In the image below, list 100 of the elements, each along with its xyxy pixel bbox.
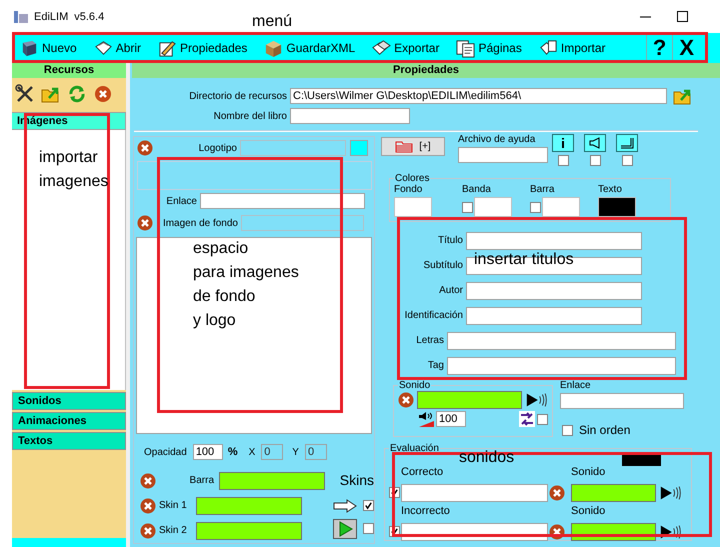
annotation-text: insertar titulos (474, 250, 574, 270)
remove-icon[interactable] (140, 472, 156, 488)
field-label: Skin 1 (159, 500, 188, 511)
speaker-button[interactable] (584, 134, 606, 152)
toolbar-button[interactable]: Importar (536, 38, 608, 58)
refresh-icon[interactable] (67, 84, 87, 104)
input-field[interactable] (240, 140, 346, 156)
field-label: Opacidad (144, 446, 188, 458)
checkbox-label: Sin orden (579, 423, 630, 437)
toolbar-button[interactable]: GuardarXML (262, 38, 358, 58)
remove-icon[interactable] (137, 140, 153, 156)
resource-field[interactable] (196, 522, 302, 540)
checkbox[interactable] (622, 155, 632, 166)
field-label: Sonido (571, 505, 606, 519)
sound-field[interactable] (417, 391, 522, 409)
field-label: X (248, 446, 256, 458)
color-swatch[interactable] (542, 197, 580, 217)
field-label: Autor (438, 285, 464, 296)
color-swatch[interactable] (598, 197, 636, 217)
opacity-field[interactable]: 100 (192, 444, 223, 460)
input-field[interactable] (466, 306, 642, 324)
close-button[interactable]: X (672, 35, 700, 61)
document-icon (538, 38, 558, 58)
field-label: Enlace (165, 196, 198, 206)
color-label: Banda (462, 184, 492, 197)
field-label: Nombre del libro (212, 110, 288, 122)
remove-icon[interactable] (137, 215, 153, 231)
checkbox[interactable] (558, 155, 568, 166)
volume-field[interactable]: 100 (436, 411, 466, 427)
field-label: Skin 2 (159, 525, 188, 536)
box-icon (264, 38, 284, 58)
feedback-field[interactable] (401, 484, 548, 502)
color-swatch[interactable] (350, 140, 368, 156)
directory-field[interactable]: C:\Users\Wilmer G\Desktop\EDILIM\edilim564\ (290, 88, 667, 104)
sidebar-tab[interactable]: Sonidos (12, 392, 126, 410)
shuffle-icon[interactable] (519, 411, 535, 427)
input-field[interactable] (241, 215, 364, 231)
arrow-icon[interactable] (333, 498, 357, 512)
play-button[interactable] (333, 518, 357, 538)
color-swatch[interactable] (394, 197, 432, 217)
color-label: Texto (598, 184, 623, 197)
color-swatch[interactable] (474, 197, 512, 217)
checkbox[interactable] (562, 424, 573, 436)
annotation-text: espacio para imagenes de fondo y logo (193, 239, 300, 331)
color-label: Fondo (394, 184, 424, 197)
play-sound-icon[interactable] (525, 391, 547, 409)
toolbar-button[interactable]: Nuevo (18, 38, 79, 58)
remove-icon[interactable] (549, 484, 565, 500)
toolbar-button[interactable]: Propiedades (156, 38, 250, 58)
toolbar-button[interactable]: Páginas (454, 38, 524, 58)
input-field[interactable] (560, 393, 684, 409)
toolbar-button[interactable]: Exportar (370, 38, 442, 58)
group-title: Colores (394, 173, 430, 184)
input-field[interactable] (447, 356, 676, 374)
input-field[interactable] (200, 193, 365, 209)
checkbox[interactable] (363, 523, 374, 534)
panel-header: Recursos (12, 63, 126, 78)
sound-field[interactable] (571, 484, 656, 502)
volume-icon[interactable] (418, 411, 434, 427)
remove-icon[interactable] (140, 522, 156, 538)
book-icon (20, 38, 39, 58)
input-field[interactable] (447, 332, 676, 350)
tools-icon[interactable] (15, 84, 35, 104)
maximize-icon[interactable] (677, 11, 688, 22)
input-field[interactable] (466, 282, 642, 300)
help-button[interactable]: ? (646, 35, 672, 61)
resource-field[interactable] (196, 496, 302, 514)
remove-icon[interactable] (140, 498, 156, 514)
input-field[interactable] (458, 147, 548, 163)
pages-icon (456, 38, 476, 58)
checkbox[interactable] (462, 202, 473, 212)
play-sound-icon[interactable] (659, 522, 681, 540)
field-label: Subtítulo (422, 260, 464, 271)
field-label: Identificación (404, 310, 464, 321)
remove-icon[interactable] (398, 392, 414, 408)
field-label: Archivo de ayuda (458, 134, 536, 147)
x-field[interactable]: 0 (261, 444, 284, 460)
y-field[interactable]: 0 (304, 444, 327, 460)
input-field[interactable] (466, 232, 642, 250)
checkbox[interactable] (537, 414, 548, 424)
remove-icon[interactable] (549, 524, 565, 540)
resource-field[interactable] (219, 472, 325, 490)
input-field[interactable] (290, 108, 410, 124)
checkbox[interactable] (363, 500, 374, 511)
toolbar-button[interactable]: Abrir (92, 38, 144, 58)
play-sound-icon[interactable] (659, 484, 681, 502)
checkbox[interactable] (530, 202, 541, 212)
window-button[interactable] (616, 134, 638, 152)
field-label: Barra (188, 475, 215, 486)
add-help-button[interactable]: [+] (381, 137, 445, 156)
color-swatch[interactable] (622, 454, 661, 466)
skins-label: Skins (340, 472, 374, 490)
info-button[interactable] (552, 134, 574, 152)
delete-icon[interactable] (93, 84, 113, 104)
sidebar-tab[interactable]: Animaciones (12, 412, 126, 430)
checkbox[interactable] (590, 155, 600, 166)
sidebar-tab[interactable]: Textos (12, 432, 126, 450)
field-label: Correcto (401, 466, 444, 480)
field-label: Tag (426, 360, 445, 371)
window-icon (620, 137, 634, 149)
